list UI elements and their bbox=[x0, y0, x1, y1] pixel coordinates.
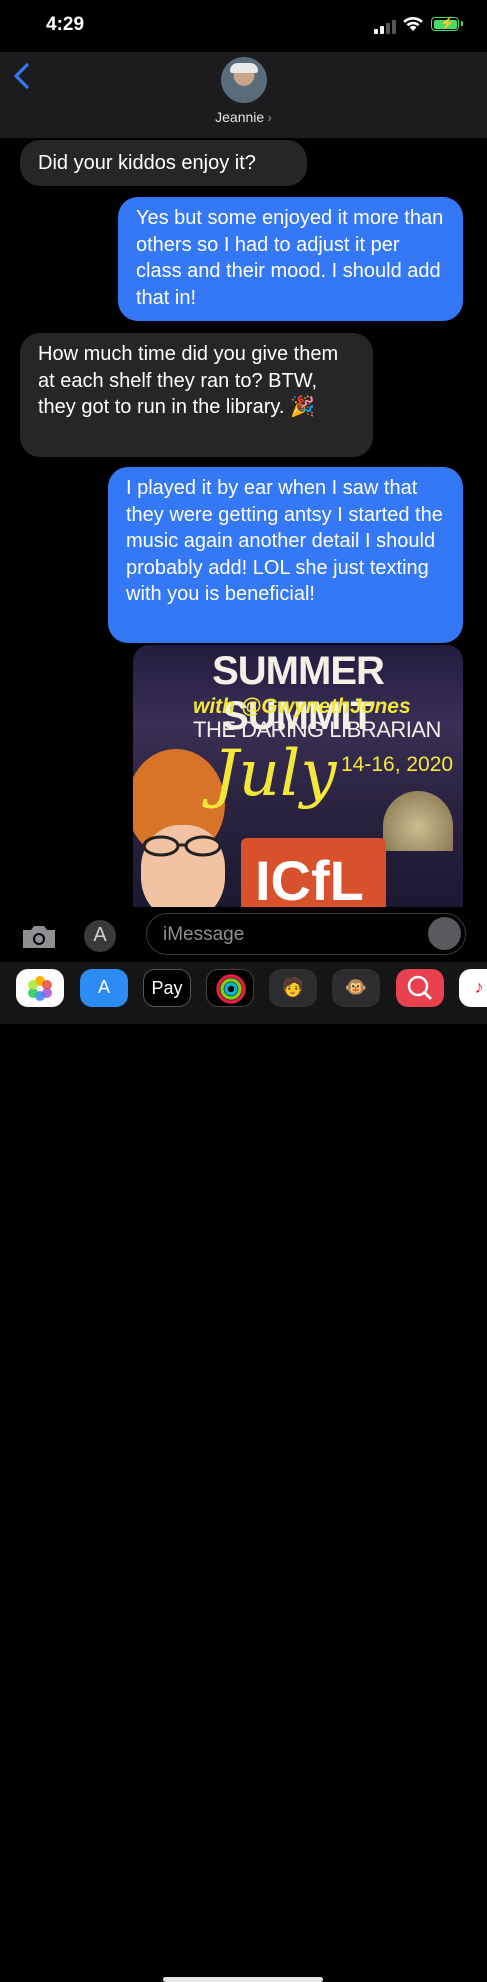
wifi-icon bbox=[403, 16, 423, 31]
monkey-animoji-icon[interactable]: 🐵 bbox=[332, 969, 380, 1007]
app-drawer: A Pay 🧑 🐵 ♪ bbox=[0, 962, 487, 1982]
cellular-signal-icon bbox=[374, 20, 396, 34]
message-bubble-sent[interactable]: I played it by ear when I saw that they … bbox=[108, 467, 463, 643]
message-bubble-received[interactable]: Did your kiddos enjoy it? bbox=[20, 140, 307, 186]
image-attachment[interactable]: SUMMER SUMMIT with @GwynethJones THE DAR… bbox=[133, 645, 463, 907]
contact-name-button[interactable]: Jeannie › bbox=[0, 109, 487, 125]
message-input-placeholder: iMessage bbox=[163, 924, 245, 945]
message-bubble-received[interactable]: How much time did you give them at each … bbox=[20, 333, 373, 457]
status-bar: 4:29 ⚡ bbox=[0, 0, 487, 52]
back-chevron-icon[interactable] bbox=[12, 62, 32, 90]
poster-with-line: with @GwynethJones bbox=[193, 695, 411, 718]
activity-icon[interactable] bbox=[206, 969, 254, 1007]
audio-waveform-icon[interactable] bbox=[428, 917, 461, 950]
conversation-header: Jeannie › bbox=[0, 52, 487, 138]
compose-bar: A iMessage bbox=[0, 907, 487, 962]
contact-name: Jeannie bbox=[215, 109, 265, 125]
apple-pay-icon[interactable]: Pay bbox=[143, 969, 191, 1007]
app-store-icon[interactable]: A bbox=[84, 920, 116, 952]
message-input[interactable]: iMessage bbox=[146, 913, 466, 955]
capitol-dome-graphic bbox=[383, 791, 453, 851]
music-icon[interactable]: ♪ bbox=[459, 969, 487, 1007]
camera-icon[interactable] bbox=[20, 923, 58, 951]
contact-avatar[interactable] bbox=[221, 57, 267, 103]
photos-app-icon[interactable] bbox=[16, 969, 64, 1007]
glasses-graphic bbox=[142, 835, 222, 857]
app-store-drawer-icon[interactable]: A bbox=[80, 969, 128, 1007]
clock: 4:29 bbox=[46, 14, 85, 35]
message-bubble-sent[interactable]: Yes but some enjoyed it more than others… bbox=[118, 197, 463, 321]
chevron-right-icon: › bbox=[267, 109, 272, 125]
web-search-icon[interactable] bbox=[396, 969, 444, 1007]
poster-dates: 14-16, 2020 bbox=[341, 753, 454, 776]
icfl-logo: ICfL bbox=[241, 838, 386, 907]
memoji-icon[interactable]: 🧑 bbox=[269, 969, 317, 1007]
poster-month: July bbox=[213, 737, 337, 811]
home-indicator[interactable] bbox=[163, 1977, 323, 1982]
battery-charging-icon: ⚡ bbox=[431, 16, 463, 31]
